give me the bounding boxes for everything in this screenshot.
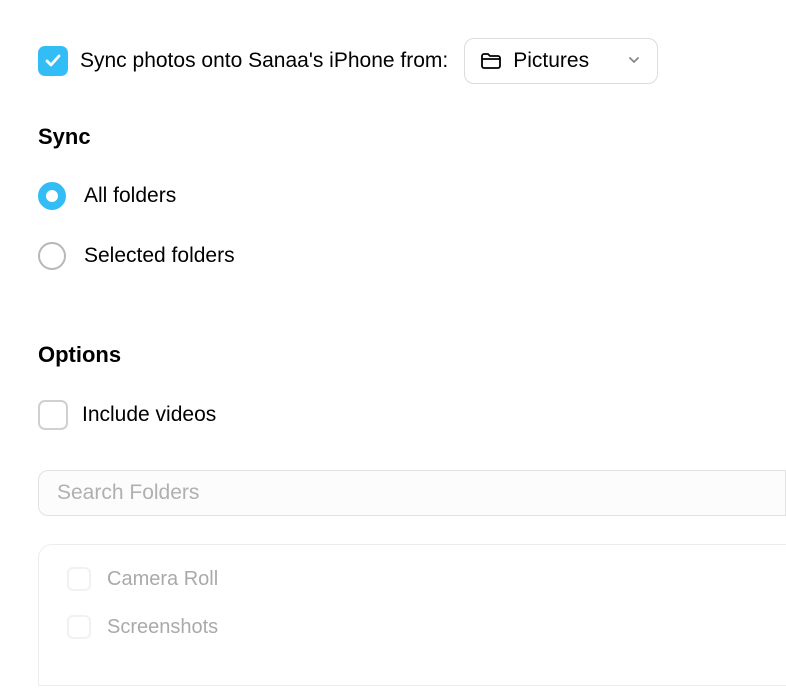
sync-photos-label: Sync photos onto Sanaa's iPhone from: xyxy=(80,49,448,73)
folder-checkbox xyxy=(67,567,91,591)
radio-all-folders[interactable] xyxy=(38,182,66,210)
search-input[interactable] xyxy=(57,481,767,505)
include-videos-label: Include videos xyxy=(82,403,216,427)
list-item: Camera Roll xyxy=(67,567,758,591)
radio-selected-folders[interactable] xyxy=(38,242,66,270)
sync-photos-checkbox[interactable] xyxy=(38,46,68,76)
folder-list: Camera Roll Screenshots xyxy=(38,544,786,686)
options-section-heading: Options xyxy=(38,342,786,368)
folder-label: Camera Roll xyxy=(107,568,218,591)
search-folders-field[interactable] xyxy=(38,470,786,516)
radio-selected-folders-label: Selected folders xyxy=(84,244,235,268)
sync-section-heading: Sync xyxy=(38,124,786,150)
sync-source-dropdown[interactable]: Pictures xyxy=(464,38,658,84)
include-videos-checkbox[interactable] xyxy=(38,400,68,430)
dropdown-value: Pictures xyxy=(513,49,589,73)
checkmark-icon xyxy=(44,52,62,70)
folder-label: Screenshots xyxy=(107,616,218,639)
chevron-down-icon xyxy=(627,49,641,73)
list-item: Screenshots xyxy=(67,615,758,639)
folder-icon xyxy=(479,49,503,73)
folder-checkbox xyxy=(67,615,91,639)
radio-all-folders-label: All folders xyxy=(84,184,176,208)
